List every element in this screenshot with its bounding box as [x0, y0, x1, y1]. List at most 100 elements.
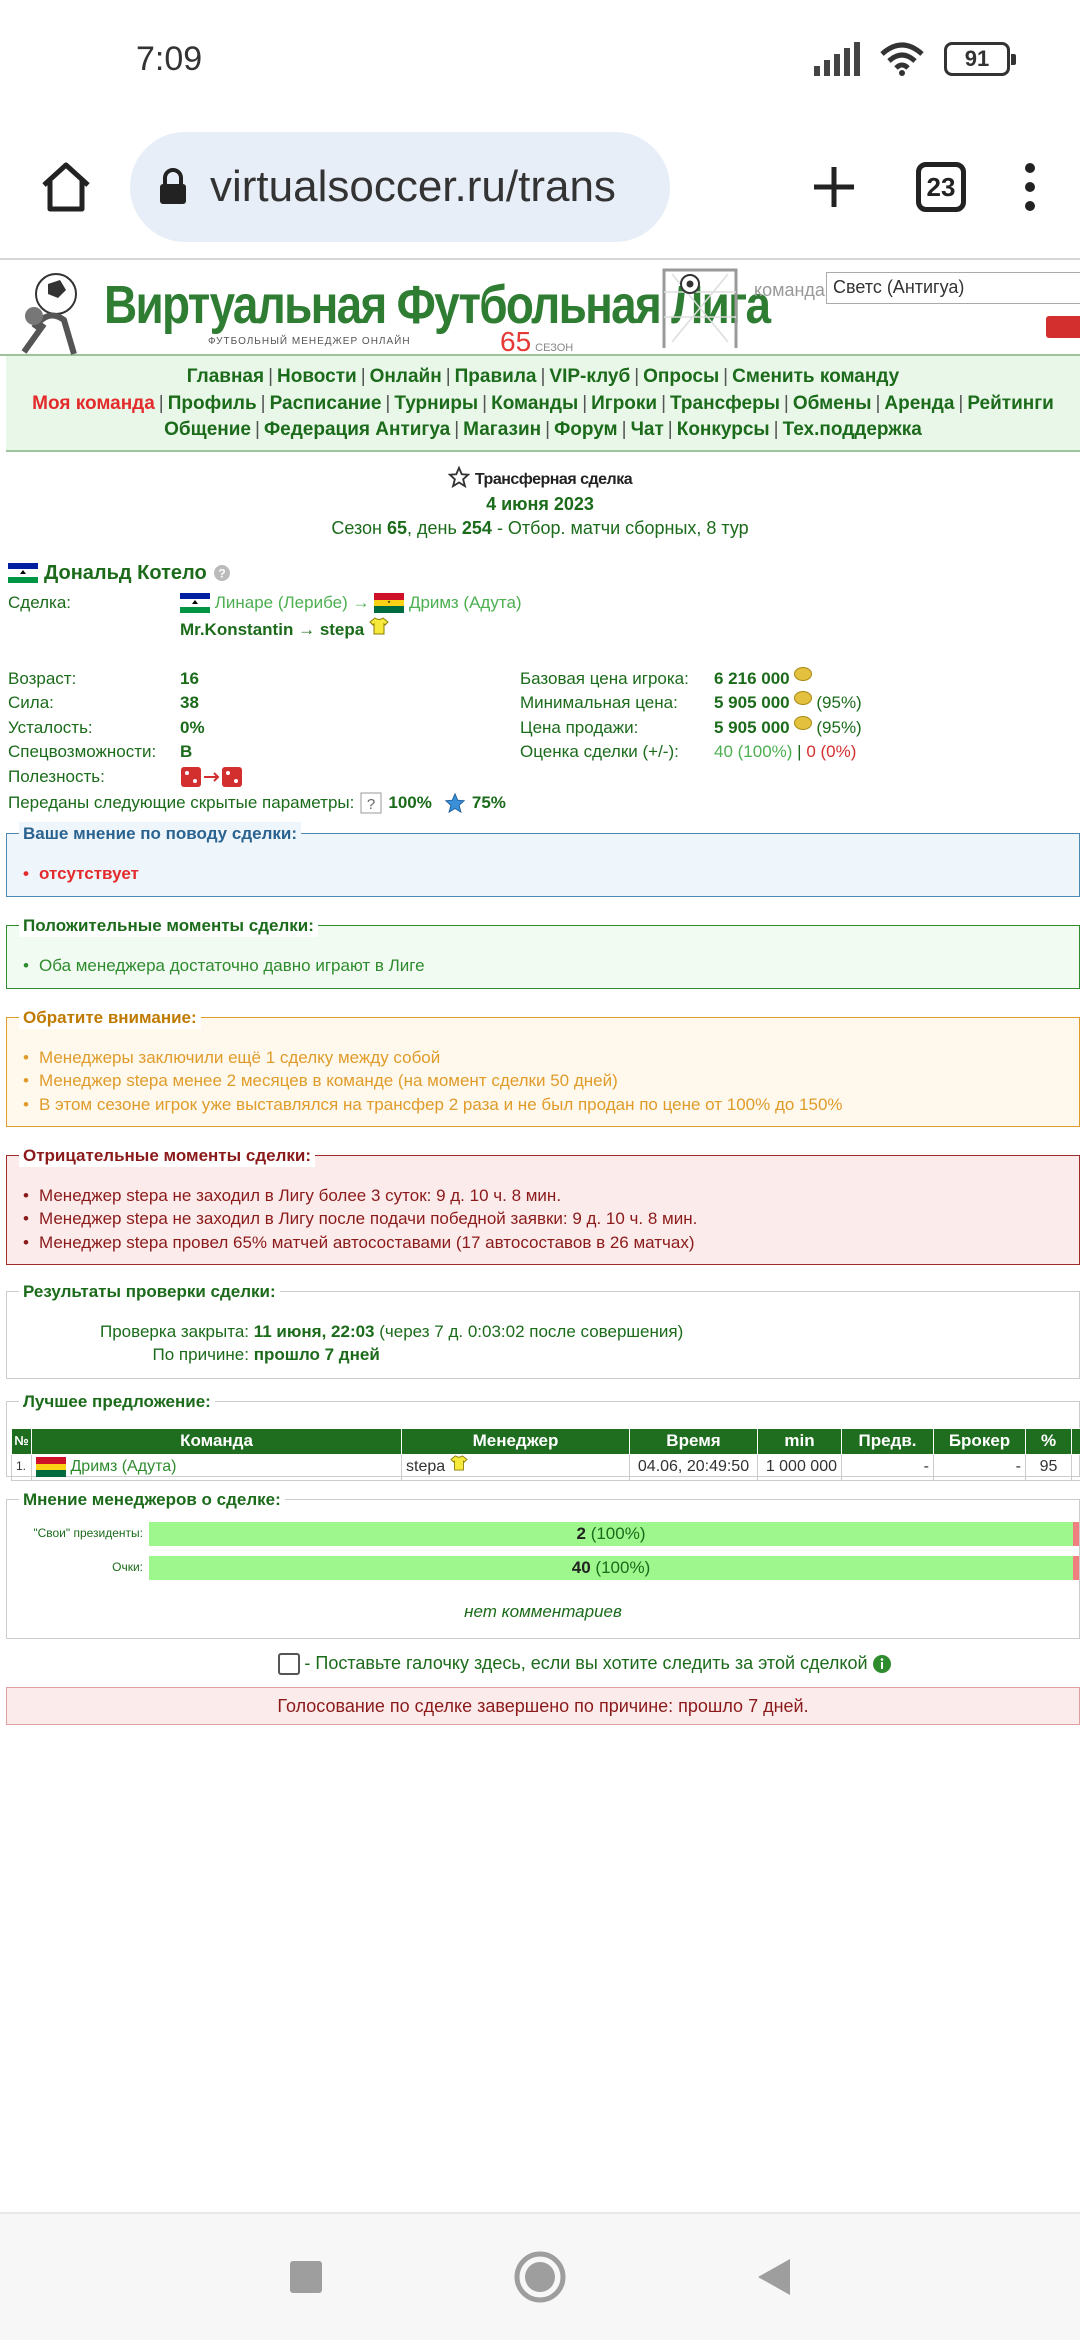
player-name-link[interactable]: Дональд Котело	[44, 562, 207, 585]
coin-icon	[793, 666, 812, 681]
nav-home[interactable]: Главная	[187, 366, 264, 387]
from-team-link[interactable]: Линаре (Лерибе)	[215, 593, 348, 612]
new-tab-icon[interactable]	[810, 163, 858, 211]
nav-support[interactable]: Тех.поддержка	[783, 419, 922, 440]
nav-online[interactable]: Онлайн	[370, 366, 442, 387]
nav-schedule[interactable]: Расписание	[270, 393, 382, 414]
from-manager-link[interactable]: Mr.Konstantin	[180, 620, 293, 639]
opinion-bar-pct: (100%)	[595, 1557, 651, 1577]
nav-change-team[interactable]: Сменить команду	[732, 366, 899, 387]
assessment-negative: 0 (0%)	[806, 742, 857, 761]
stat-value: 0%	[180, 717, 205, 737]
cell-time: 04.06, 20:49:50	[629, 1453, 758, 1481]
stat-value: В	[180, 742, 193, 761]
dice-usefulness-icon	[181, 766, 242, 787]
to-manager-link[interactable]: stepa	[320, 620, 364, 639]
team-label: команда	[754, 280, 825, 300]
check-legend: Результаты проверки сделки:	[19, 1279, 280, 1303]
nav-profile[interactable]: Профиль	[168, 393, 257, 414]
check-reason-value: прошло 7 дней	[253, 1345, 380, 1364]
nav-polls[interactable]: Опросы	[643, 366, 719, 387]
stat-usefulness: Полезность:	[8, 765, 338, 790]
col-manager: Менеджер	[401, 1427, 630, 1455]
price-label: Базовая цена игрока:	[520, 668, 689, 688]
round-info: - Отбор. матчи сборных, 8 тур	[496, 517, 749, 538]
attention-box: Обратите внимание: Менеджеры заключили е…	[6, 1005, 1080, 1127]
price-base: Базовая цена игрока: 6 216 000	[520, 666, 1080, 692]
season-number: 65	[500, 326, 532, 357]
footballer-logo-icon[interactable]	[4, 268, 96, 360]
address-bar[interactable]: virtualsoccer.ru/trans	[130, 132, 670, 242]
nav-my-team[interactable]: Моя команда	[32, 393, 155, 414]
offer-team-link[interactable]: Дримз (Адута)	[70, 1458, 176, 1475]
nav-exchanges[interactable]: Обмены	[793, 393, 872, 414]
to-team-link[interactable]: Дримз (Адута)	[409, 593, 522, 612]
nav-shop[interactable]: Магазин	[463, 419, 541, 440]
favorite-star-icon[interactable]	[447, 465, 471, 488]
player-name-row: Дональд Котело ?	[8, 562, 1080, 585]
nav-tournaments[interactable]: Турниры	[394, 393, 478, 414]
nav-teams[interactable]: Команды	[491, 393, 578, 414]
arrow: →	[352, 592, 370, 612]
nav-community[interactable]: Общение	[164, 419, 251, 440]
url-text: virtualsoccer.ru/trans	[210, 162, 616, 211]
cell-broker: -	[933, 1453, 1026, 1481]
check-closed-value: 11 июня, 22:03	[253, 1321, 375, 1341]
nav-news[interactable]: Новости	[277, 366, 357, 387]
opinion-row-presidents: "Свои" президенты: 2 (100%)	[7, 1521, 1079, 1546]
opinion-bar: 2 (100%)	[149, 1521, 1079, 1546]
nav-rent[interactable]: Аренда	[884, 393, 954, 414]
stat-value: 38	[180, 693, 199, 712]
attention-legend: Обратите внимание:	[19, 1005, 201, 1029]
stat-label: Возраст:	[8, 668, 77, 688]
signal-icon	[814, 42, 860, 76]
team-select[interactable]: Светс (Антигуа)	[826, 272, 1080, 304]
managers-opinion-box: Мнение менеджеров о сделке: "Свои" прези…	[6, 1487, 1080, 1639]
check-reason-row: По причине: прошло 7 дней	[23, 1343, 1067, 1367]
hidden-star-value: 75%	[471, 792, 506, 812]
menu-icon[interactable]	[1024, 162, 1036, 212]
deal-header: Трансферная сделка 4 июня 2023 Сезон 65,…	[0, 465, 1080, 540]
info-icon[interactable]	[872, 1654, 892, 1674]
recents-icon[interactable]	[288, 2259, 324, 2295]
watch-checkbox[interactable]	[278, 1652, 301, 1675]
home-nav-icon[interactable]	[514, 2251, 566, 2303]
attention-item: Менеджер stepa менее 2 месяцев в команде…	[23, 1069, 1067, 1093]
negative-item: Менеджер stepa не заходил в Лигу после п…	[23, 1207, 1067, 1231]
season-value: 65	[386, 517, 408, 538]
svg-text:?: ?	[367, 796, 375, 813]
nav-chat[interactable]: Чат	[631, 419, 664, 440]
red-action-button[interactable]	[1046, 316, 1080, 338]
nav-federation[interactable]: Федерация Антигуа	[264, 419, 450, 440]
back-icon[interactable]	[756, 2257, 792, 2297]
check-closed-note: (через 7 д. 0:03:02 после совершения)	[379, 1321, 684, 1341]
price-min: Минимальная цена: 5 905 000 (95%)	[520, 691, 1080, 716]
attention-item: Менеджеры заключили ещё 1 сделку между с…	[23, 1046, 1067, 1070]
nav-vip[interactable]: VIP-клуб	[549, 366, 630, 387]
tab-switcher-button[interactable]: 23	[916, 162, 966, 212]
opinion-bar-value: 40	[571, 1557, 591, 1577]
check-box: Результаты проверки сделки: Проверка зак…	[6, 1279, 1080, 1379]
watch-label: - Поставьте галочку здесь, если вы хотит…	[304, 1653, 868, 1673]
svg-text:?: ?	[218, 567, 225, 581]
nav-row-2: Моя команда | Профиль | Расписание | Турниры | К…	[32, 392, 1054, 414]
nav-forum[interactable]: Форум	[554, 419, 618, 440]
cell-min: 1 000 000	[757, 1453, 842, 1481]
clock: 7:09	[136, 39, 203, 78]
home-icon[interactable]	[20, 141, 112, 233]
negative-box: Отрицательные моменты сделки: Менеджер s…	[6, 1143, 1080, 1265]
nav-contests[interactable]: Конкурсы	[677, 419, 770, 440]
price-value: 5 905 000	[714, 717, 790, 737]
nav-rules[interactable]: Правила	[455, 366, 537, 387]
positive-box: Положительные моменты сделки: Оба менедж…	[6, 913, 1080, 989]
nav-ratings[interactable]: Рейтинги	[967, 393, 1054, 414]
help-icon[interactable]: ?	[213, 564, 231, 582]
browser-toolbar: virtualsoccer.ru/trans 23	[0, 118, 1080, 256]
check-closed-label: Проверка закрыта:	[100, 1321, 249, 1341]
nav-transfers[interactable]: Трансферы	[670, 393, 780, 414]
cell-number: 1.	[11, 1453, 32, 1481]
shirt-icon	[449, 1455, 468, 1471]
nav-players[interactable]: Игроки	[591, 393, 657, 414]
col-min: min	[757, 1427, 842, 1455]
offer-manager-link[interactable]: stepa	[406, 1458, 445, 1475]
